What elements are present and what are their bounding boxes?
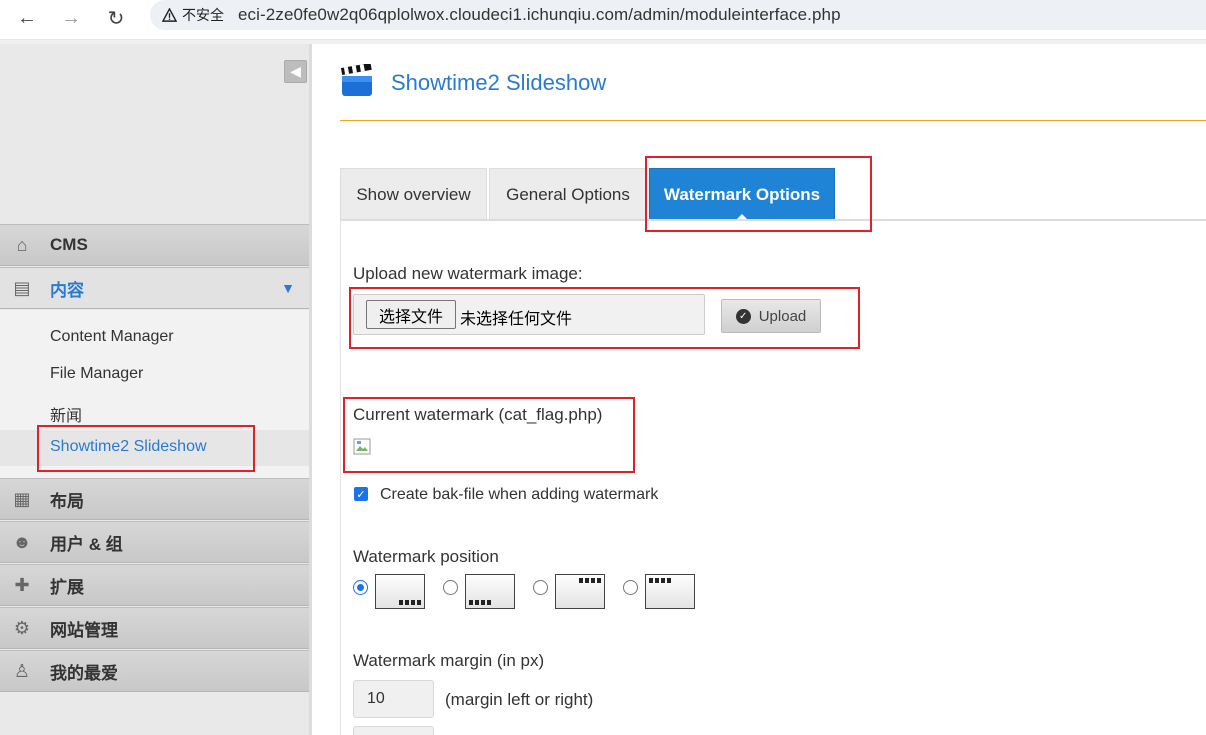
user-icon: ♙ <box>13 660 31 681</box>
browser-toolbar: ← → ↻ 不安全 eci-2ze0fe0w2q06qplolwox.cloud… <box>0 0 1206 40</box>
sidebar-border <box>309 44 312 735</box>
sidebar-subitem-file-manager[interactable]: File Manager <box>50 365 143 383</box>
sidebar-item-users[interactable]: ☻ 用户 & 组 <box>0 521 309 563</box>
clapperboard-icon <box>340 64 372 96</box>
arrow-right-icon[interactable]: → <box>57 4 85 32</box>
margin-label: Watermark margin (in px) <box>353 651 545 670</box>
sidebar-item-favorites[interactable]: ♙ 我的最爱 <box>0 650 309 692</box>
position-preview-bottom-left <box>465 574 515 609</box>
tab-general-options[interactable]: General Options <box>489 168 647 221</box>
position-preview-bottom-right <box>375 574 425 609</box>
warning-icon <box>162 7 177 22</box>
position-radio-bottom-left[interactable] <box>443 580 458 595</box>
upload-label: Upload new watermark image: <box>353 264 583 283</box>
bak-file-checkbox[interactable]: ✓ <box>354 487 368 501</box>
sidebar-subitem-content-manager[interactable]: Content Manager <box>50 328 174 346</box>
sidebar-item-label: 网站管理 <box>50 620 118 640</box>
position-preview-top-left <box>645 574 695 609</box>
address-bar[interactable]: 不安全 eci-2ze0fe0w2q06qplolwox.cloudeci1.i… <box>150 0 1206 30</box>
bak-file-label: Create bak-file when adding watermark <box>380 486 659 503</box>
arrow-left-icon[interactable]: ← <box>13 4 41 32</box>
position-label: Watermark position <box>353 547 499 566</box>
sidebar-subitem-news[interactable]: 新闻 <box>50 402 82 426</box>
chevron-left-icon[interactable]: ◀ <box>284 60 307 83</box>
security-indicator[interactable]: 不安全 <box>162 5 224 25</box>
reload-icon[interactable]: ↻ <box>102 4 130 32</box>
sidebar-item-content[interactable]: ▤ 内容 ▼ <box>0 267 309 309</box>
page-title: Showtime2 Slideshow <box>391 70 607 95</box>
security-label: 不安全 <box>182 7 224 23</box>
url-text[interactable]: eci-2ze0fe0w2q06qplolwox.cloudeci1.ichun… <box>238 5 841 25</box>
title-divider <box>340 120 1206 121</box>
margin-hint: (margin left or right) <box>445 690 594 709</box>
content-icon: ▤ <box>13 277 31 298</box>
sidebar-item-label: 扩展 <box>50 577 84 597</box>
sidebar-item-label: 用户 & 组 <box>50 534 123 554</box>
highlight-box <box>645 156 872 232</box>
sidebar-item-cms[interactable]: ⌂ CMS <box>0 224 309 266</box>
position-radio-top-left[interactable] <box>623 580 638 595</box>
position-radio-bottom-right[interactable] <box>353 580 368 595</box>
gear-icon: ⚙ <box>13 617 31 638</box>
position-radio-top-right[interactable] <box>533 580 548 595</box>
puzzle-icon: ✚ <box>14 574 30 595</box>
highlight-box <box>349 287 860 349</box>
home-icon: ⌂ <box>16 234 28 255</box>
sidebar-item-layout[interactable]: ▦ 布局 <box>0 478 309 520</box>
highlight-box <box>343 397 635 473</box>
margin-input-secondary[interactable] <box>353 726 434 735</box>
panel-border <box>340 220 341 735</box>
sidebar-item-label: 布局 <box>50 491 84 511</box>
sidebar-item-label: 内容 <box>50 280 84 300</box>
sidebar-item-site-admin[interactable]: ⚙ 网站管理 <box>0 607 309 649</box>
tab-show-overview[interactable]: Show overview <box>340 168 487 221</box>
sidebar-item-label: 我的最爱 <box>50 663 118 683</box>
margin-input[interactable]: 10 <box>353 680 434 718</box>
sidebar-item-label: CMS <box>50 235 88 254</box>
users-icon: ☻ <box>12 531 32 552</box>
highlight-box <box>37 425 255 472</box>
position-preview-top-right <box>555 574 605 609</box>
chevron-down-icon: ▼ <box>281 280 295 296</box>
layout-icon: ▦ <box>13 488 31 509</box>
sidebar-item-extensions[interactable]: ✚ 扩展 <box>0 564 309 606</box>
